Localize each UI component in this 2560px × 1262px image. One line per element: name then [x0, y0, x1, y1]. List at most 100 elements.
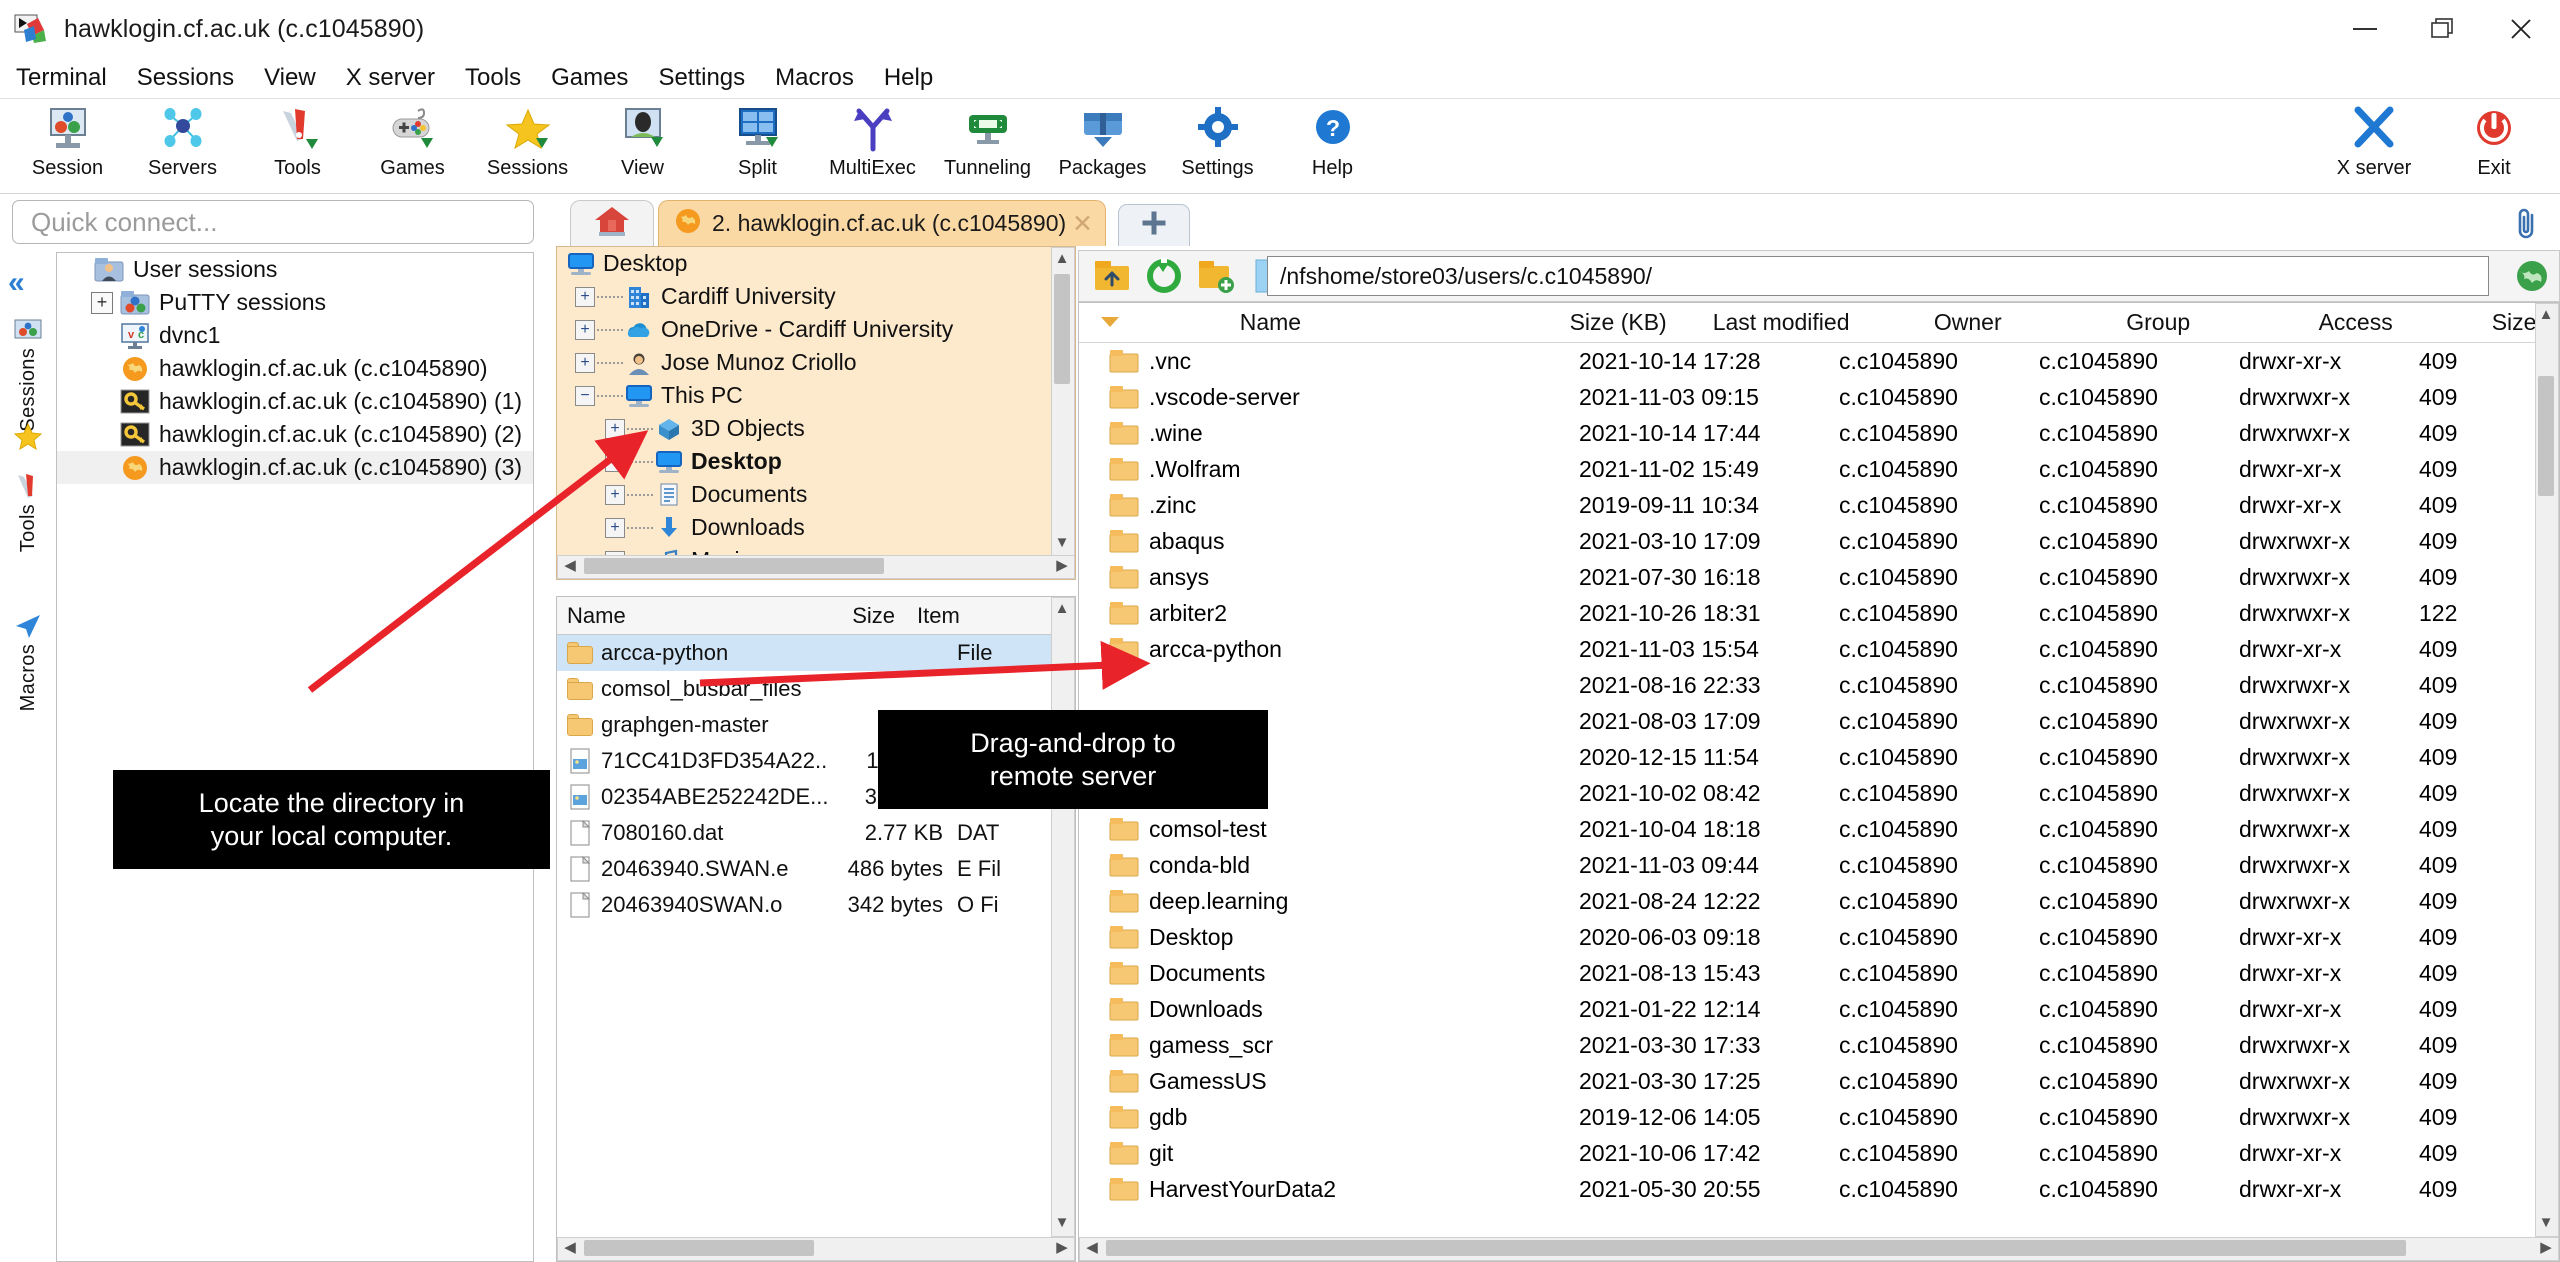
scroll-left-icon[interactable]: ◀ — [560, 556, 580, 576]
menu-terminal[interactable]: Terminal — [2, 61, 121, 95]
new-tab-button[interactable] — [1118, 204, 1190, 246]
expander-3d-objects[interactable]: + — [605, 418, 625, 439]
vtab-tools[interactable]: Tools — [4, 472, 52, 552]
remote-file-row[interactable]: conda-bld 2021-11-03 09:44 c.c1045890 c.c10… — [1079, 847, 2559, 883]
scroll-down-icon[interactable]: ▼ — [1052, 534, 1072, 554]
toolbar-settings-button[interactable]: Settings — [1160, 99, 1275, 193]
close-button[interactable] — [2482, 0, 2560, 58]
remote-file-row[interactable]: .zinc 2019-09-11 10:34 c.c1045890 c.c104589… — [1079, 487, 2559, 523]
remote-file-row[interactable]: 2021-08-16 22:33 c.c1045890 c.c1045890 drwx… — [1079, 667, 2559, 703]
remote-col-owner[interactable]: Owner — [1934, 309, 2126, 336]
active-session-tab[interactable]: 2. hawklogin.cf.ac.uk (c.c1045890) ✕ — [658, 200, 1106, 246]
toolbar-exit-button[interactable]: Exit — [2434, 99, 2554, 193]
remote-file-row[interactable]: ansys 2021-07-30 16:18 c.c1045890 c.c104589… — [1079, 559, 2559, 595]
tree-row-user-profile[interactable]: + Jose Munoz Criollo — [557, 346, 1075, 379]
tree-row-desktop-root[interactable]: Desktop — [557, 247, 1075, 280]
expander-desktop[interactable]: + — [605, 451, 625, 472]
remote-file-row[interactable]: .vnc 2021-10-14 17:28 c.c1045890 c.c1045890… — [1079, 343, 2559, 379]
toolbar-servers-button[interactable]: Servers — [125, 99, 240, 193]
sessions-tree-panel[interactable]: User sessions + PuTTY sessions v c dvnc1… — [56, 252, 534, 1262]
remote-file-row[interactable]: abaqus 2021-03-10 17:09 c.c1045890 c.c10458… — [1079, 523, 2559, 559]
expander-putty[interactable]: + — [91, 291, 113, 314]
toolbar-tunneling-button[interactable]: Tunneling — [930, 99, 1045, 193]
remote-file-row[interactable]: Documents 2021-08-13 15:43 c.c1045890 c.c10… — [1079, 955, 2559, 991]
remote-file-row[interactable]: comsol-test 2021-10-04 18:18 c.c1045890 c.c… — [1079, 811, 2559, 847]
local-tree-hscrollbar[interactable]: ◀ ▶ — [557, 555, 1075, 579]
paperclip-icon[interactable] — [2510, 206, 2542, 250]
remote-file-row[interactable]: gdb 2019-12-06 14:05 c.c1045890 c.c1045890 d… — [1079, 1099, 2559, 1135]
expander-cardiff[interactable]: + — [575, 286, 595, 307]
remote-col-name[interactable]: Name — [1240, 309, 1519, 336]
scroll-down-icon[interactable]: ▼ — [1052, 1214, 1072, 1234]
local-file-row[interactable]: 20463940.SWAN.e 486 bytes E Fil — [557, 851, 1075, 887]
remote-file-row[interactable]: .Wolfram 2021-11-02 15:49 c.c1045890 c.c104… — [1079, 451, 2559, 487]
session-row-hawklogin-1[interactable]: hawklogin.cf.ac.uk (c.c1045890) (1) — [57, 385, 533, 418]
expander-downloads[interactable]: + — [605, 517, 625, 538]
scrollbar-thumb[interactable] — [1106, 1240, 2406, 1256]
remote-file-row[interactable]: deep.learning 2021-08-24 12:22 c.c1045890 c… — [1079, 883, 2559, 919]
scrollbar-thumb[interactable] — [1054, 274, 1070, 384]
local-files-vscrollbar[interactable]: ▲ ▼ — [1051, 597, 1075, 1237]
expander-onedrive[interactable]: + — [575, 319, 595, 340]
menu-x-server[interactable]: X server — [332, 61, 449, 95]
session-row-hawklogin-3[interactable]: hawklogin.cf.ac.uk (c.c1045890) (3) — [57, 451, 533, 484]
scrollbar-thumb[interactable] — [2538, 376, 2554, 496]
remote-file-row[interactable]: HarvestYourData2 2021-05-30 20:55 c.c10458… — [1079, 1171, 2559, 1207]
maximize-restore-button[interactable] — [2404, 0, 2482, 58]
remote-file-row[interactable]: Downloads 2021-01-22 12:14 c.c1045890 c.c10… — [1079, 991, 2559, 1027]
tree-row-cardiff-university[interactable]: + Cardiff University — [557, 280, 1075, 313]
remote-files-vscrollbar[interactable]: ▲ ▼ — [2535, 303, 2559, 1237]
local-col-size[interactable]: Size — [775, 603, 907, 629]
remote-file-list[interactable]: Name Size (KB) Last modified Owner Group… — [1078, 302, 2560, 1262]
local-tree-vscrollbar[interactable]: ▲ ▼ — [1051, 247, 1075, 557]
scrollbar-thumb[interactable] — [584, 1240, 814, 1256]
menu-settings[interactable]: Settings — [644, 61, 759, 95]
remote-file-row[interactable]: Desktop 2020-06-03 09:18 c.c1045890 c.c1045… — [1079, 919, 2559, 955]
menu-tools[interactable]: Tools — [451, 61, 535, 95]
remote-file-row[interactable]: GamessUS 2021-03-30 17:25 c.c1045890 c.c104… — [1079, 1063, 2559, 1099]
local-col-item[interactable]: Item — [907, 603, 1037, 629]
toolbar-x-server-button[interactable]: X server — [2314, 99, 2434, 193]
toolbar-sessions-button[interactable]: Sessions — [470, 99, 585, 193]
tree-row-3d-objects[interactable]: + 3D Objects — [557, 412, 1075, 445]
menu-view[interactable]: View — [250, 61, 330, 95]
toolbar-split-button[interactable]: Split — [700, 99, 815, 193]
scroll-left-icon[interactable]: ◀ — [1082, 1238, 1102, 1258]
toolbar-session-button[interactable]: Session — [10, 99, 125, 193]
local-col-name[interactable]: Name — [557, 603, 775, 629]
session-row-hawklogin-0[interactable]: hawklogin.cf.ac.uk (c.c1045890) — [57, 352, 533, 385]
scroll-up-icon[interactable]: ▲ — [2536, 306, 2556, 326]
remote-path-input[interactable]: /nfshome/store03/users/c.c1045890/ — [1267, 256, 2489, 296]
toolbar-tools-button[interactable]: Tools — [240, 99, 355, 193]
scroll-up-icon[interactable]: ▲ — [1052, 600, 1072, 620]
remote-file-row[interactable]: 2021-08-03 17:09 c.c1045890 c.c1045890 drwx… — [1079, 703, 2559, 739]
tree-row-this-pc[interactable]: − This PC — [557, 379, 1075, 412]
local-files-hscrollbar[interactable]: ◀ ▶ — [557, 1237, 1075, 1261]
scroll-right-icon[interactable]: ▶ — [1052, 556, 1072, 576]
expander-this-pc[interactable]: − — [575, 385, 595, 406]
menu-sessions[interactable]: Sessions — [123, 61, 248, 95]
menu-help[interactable]: Help — [870, 61, 947, 95]
remote-file-row[interactable]: gamess_scr 2021-03-30 17:33 c.c1045890 c.c1… — [1079, 1027, 2559, 1063]
vtab-favorites-star[interactable] — [4, 212, 52, 454]
toolbar-help-button[interactable]: ? Help — [1275, 99, 1390, 193]
refresh-icon[interactable] — [1145, 257, 1183, 295]
tree-row-documents[interactable]: + Documents — [557, 478, 1075, 511]
toolbar-view-button[interactable]: View — [585, 99, 700, 193]
tree-row-desktop[interactable]: + Desktop — [557, 445, 1075, 478]
remote-files-hscrollbar[interactable]: ◀ ▶ — [1079, 1237, 2559, 1261]
local-file-row[interactable]: 20463940SWAN.o 342 bytes O Fi — [557, 887, 1075, 923]
scroll-down-icon[interactable]: ▼ — [2536, 1214, 2556, 1234]
local-directory-tree[interactable]: Desktop + Cardiff University + OneDrive … — [556, 246, 1076, 580]
home-tab[interactable] — [570, 200, 654, 246]
menu-games[interactable]: Games — [537, 61, 642, 95]
remote-col-access[interactable]: Access — [2319, 309, 2492, 336]
scroll-left-icon[interactable]: ◀ — [560, 1238, 580, 1258]
scrollbar-thumb[interactable] — [584, 558, 884, 574]
scroll-right-icon[interactable]: ▶ — [1052, 1238, 1072, 1258]
local-file-row[interactable]: 7080160.dat 2.77 KB DAT — [557, 815, 1075, 851]
scroll-right-icon[interactable]: ▶ — [2536, 1238, 2556, 1258]
toolbar-multiexec-button[interactable]: MultiExec — [815, 99, 930, 193]
remote-file-row[interactable]: .vscode-server 2021-11-03 09:15 c.c1045890… — [1079, 379, 2559, 415]
sort-descending-icon[interactable] — [1097, 309, 1130, 336]
